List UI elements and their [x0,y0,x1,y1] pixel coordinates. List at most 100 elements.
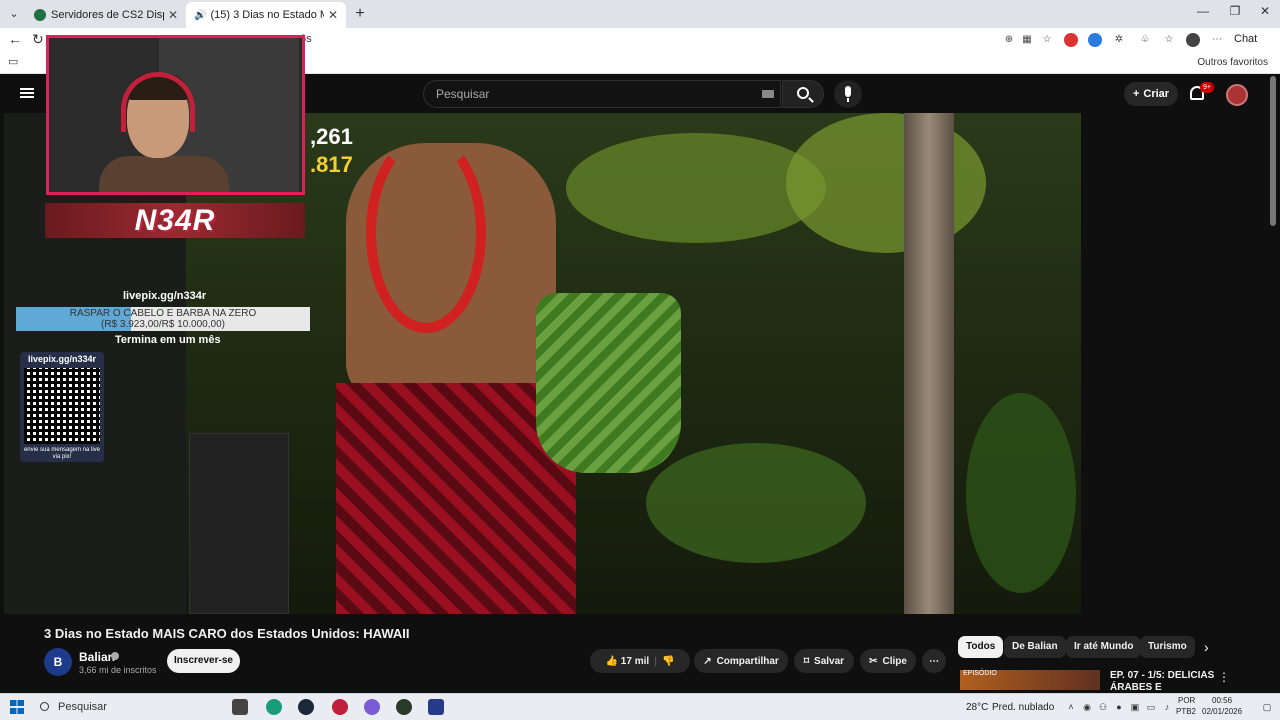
chip-tourism[interactable]: Turismo [1140,636,1195,658]
subscriber-count: 3,66 mi de inscritos [79,665,157,675]
goal-title: RASPAR O CABELO E BARBA NA ZERO [69,308,257,319]
recommendation-menu-icon[interactable]: ⋮ [1218,670,1230,684]
chevron-right-icon[interactable]: › [1204,639,1209,655]
language-top[interactable]: POR [1178,696,1195,705]
volume-icon[interactable]: ♪ [1162,702,1172,712]
clock-time[interactable]: 00:56 [1212,696,1232,705]
back-arrow-icon[interactable]: ← [8,31,22,47]
like-button[interactable]: 👍 17 mil [606,656,650,667]
copilot-chat-button[interactable]: Chat [1234,33,1257,45]
scissors-icon: ✂ [869,655,878,667]
woven-basket [536,293,681,473]
streamer-logo: N34R [134,204,216,237]
subscribe-button[interactable]: Inscrever-se [167,649,240,673]
steam-icon[interactable] [298,699,314,715]
dislike-icon[interactable]: 👎 [662,656,674,667]
network-icon[interactable]: ▭ [1146,702,1156,712]
search-button[interactable] [782,80,824,108]
more-menu-icon[interactable]: ⋯ [1210,33,1224,47]
share-button[interactable]: ↗ Compartilhar [694,649,788,673]
chip-all[interactable]: Todos [958,636,1004,658]
plus-icon: + [1132,88,1140,100]
favorites-icon[interactable]: ☆ [1162,33,1176,47]
counter-bottom: .817 [310,152,353,177]
recommendation-title[interactable]: EP. 07 - 1/5: DELÍCIAS ÁRABES E [1110,670,1220,690]
notification-icon[interactable]: ▢ [1262,702,1272,712]
extensions-puzzle-icon[interactable]: ✲ [1112,33,1126,47]
clip-label: Clipe [882,655,907,667]
chip-from-channel[interactable]: De Balian [1004,636,1066,658]
weather-desc[interactable]: Pred. nublado [992,702,1054,713]
tab-cs2-servers[interactable]: Servidores de CS2 Disponíveis | Ga ✕ [26,2,186,28]
tray-icon[interactable]: ◉ [1082,702,1092,712]
taskbar-search-label: Pesquisar [58,701,107,713]
restore-icon[interactable]: ❐ [1220,4,1250,18]
reading-icon[interactable]: ▭ [8,55,18,68]
clip-button[interactable]: ✂ Clipe [860,649,916,673]
create-button[interactable]: + Criar [1124,82,1178,106]
new-tab-button[interactable]: + [350,4,370,24]
channel-avatar[interactable]: B [44,648,72,676]
edge-browser-icon[interactable] [266,699,282,715]
language-bottom[interactable]: PTB2 [1176,707,1196,716]
qr-panel: livepix.gg/n334r envie sua mensagem na l… [20,352,104,462]
windows-taskbar: Pesquisar 28°C Pred. nublado ˄ ◉ ⚇ ● ▣ ▭… [0,693,1280,720]
tray-icon[interactable]: ▣ [1130,702,1140,712]
search-input[interactable]: Pesquisar [423,80,781,108]
goal-end-text: Termina em um mês [115,334,221,346]
close-tab-icon[interactable]: ✕ [328,8,338,22]
more-icon: ⋯ [929,655,939,667]
globe-favicon-icon [34,9,46,21]
extension-icon[interactable] [1064,33,1078,47]
windows-start-icon[interactable] [10,700,24,714]
app-icon[interactable] [332,699,348,715]
clock-date[interactable]: 02/01/2026 [1202,707,1242,716]
thumbnail-label: EPISÓDIO [963,670,997,677]
menu-icon[interactable] [20,88,34,98]
tab-list-button[interactable]: ⌄ [4,4,24,24]
verified-icon [111,652,119,660]
favorite-star-icon[interactable]: ☆ [1040,33,1054,47]
discord-icon[interactable] [364,699,380,715]
task-view-icon[interactable] [232,699,248,715]
tab-youtube-video[interactable]: 🔊 (15) 3 Dias no Estado MAIS C ✕ [186,2,346,28]
chevron-up-icon[interactable]: ˄ [1066,702,1076,712]
apps-icon[interactable]: ▦ [1020,33,1034,47]
livepix-url: livepix.gg/n334r [123,290,207,302]
app-icon[interactable] [428,699,444,715]
tab-title: Servidores de CS2 Disponíveis | Ga [51,9,164,21]
account-avatar[interactable] [1226,84,1248,106]
create-label: Criar [1143,88,1170,100]
weather-temp[interactable]: 28°C [966,702,988,713]
more-actions-button[interactable]: ⋯ [922,649,946,673]
close-window-icon[interactable]: ✕ [1250,4,1280,18]
mic-icon[interactable]: ● [1114,702,1124,712]
scrollbar[interactable] [1270,76,1276,226]
close-tab-icon[interactable]: ✕ [168,8,178,22]
tray-icon[interactable]: ⚇ [1098,702,1108,712]
refresh-icon[interactable]: ↻ [32,31,44,48]
voice-search-button[interactable] [834,80,862,108]
collections-icon[interactable]: ♧ [1138,33,1152,47]
tab-title: (15) 3 Dias no Estado MAIS C [210,9,323,21]
recommendation-thumbnail[interactable]: EPISÓDIO [960,670,1100,690]
video-title: 3 Dias no Estado MAIS CARO dos Estados U… [44,626,410,641]
obs-icon[interactable] [396,699,412,715]
qr-caption: envie sua mensagem na live via pix! [23,447,101,460]
share-label: Compartilhar [716,655,779,667]
like-count: 17 mil [620,655,650,667]
speaker-icon[interactable]: 🔊 [194,10,206,21]
video-frame [186,113,1081,614]
channel-name[interactable]: Balian [79,650,115,664]
taskbar-search[interactable]: Pesquisar [34,698,224,717]
minimize-icon[interactable]: — [1188,4,1218,18]
profile-avatar[interactable] [1186,33,1200,47]
like-dislike-group: 👍 17 mil | 👎 [590,649,690,673]
translate-icon[interactable]: ⊕ [1002,33,1016,47]
donation-goal-bar: RASPAR O CABELO E BARBA NA ZERO (R$ 3.92… [16,307,310,331]
chip-world[interactable]: Ir até Mundo [1066,636,1142,658]
save-button[interactable]: ⌑ Salvar [794,649,854,673]
other-favorites-folder[interactable]: Outros favoritos [1197,57,1268,68]
keyboard-icon[interactable] [762,90,774,98]
extension-icon[interactable] [1088,33,1102,47]
